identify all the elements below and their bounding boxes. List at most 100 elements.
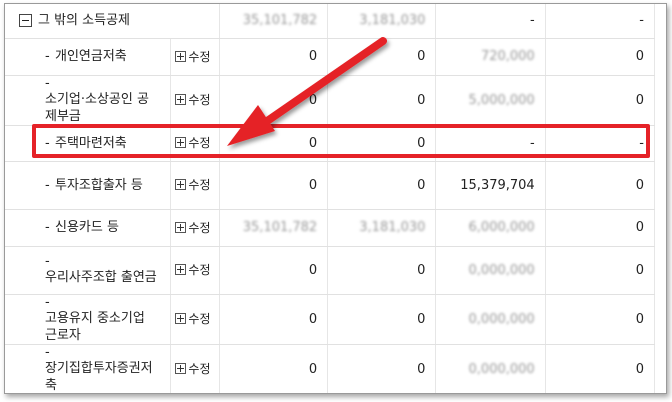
value-text: 720,000 (480, 49, 535, 64)
value-text: 0 (308, 92, 318, 108)
section-title: 그 밖의 소득공제 (38, 13, 130, 29)
edit-cell: 수정 (170, 344, 220, 393)
value-text: 0 (417, 262, 426, 278)
value-text: 3,181,030 (359, 220, 426, 235)
row-label-cell: -소기업·소상공인 공제부금 (5, 75, 172, 126)
value-cell: 3,181,030 (327, 209, 437, 247)
value-cell: 0 (545, 209, 656, 247)
table-row: - 주택마련저축 수정 0 0 - - (5, 125, 656, 162)
value-cell: 35,101,782 (219, 209, 329, 247)
value-text: 35,101,782 (242, 13, 318, 29)
value-text: 0 (417, 135, 426, 151)
value-text: 0 (308, 49, 318, 64)
value-cell: 0 (545, 161, 656, 210)
value-text: 5,000,000 (468, 92, 535, 108)
row-label-cell: -우리사주조합 출연금 (5, 246, 172, 295)
row-label: 개인연금저축 (55, 49, 127, 64)
plus-box-icon (175, 221, 187, 233)
row-label: 투자조합출자 등 (55, 177, 143, 193)
table-row: -장기집합투자증권저축 수정 0 0 0,000,000 0 (5, 344, 656, 393)
row-label-cell: - 개인연금저축 (5, 38, 172, 76)
edit-button[interactable]: 수정 (175, 310, 211, 327)
value-cell: 0 (219, 125, 329, 162)
plus-box-icon (175, 179, 187, 190)
value-cell: - (545, 4, 656, 39)
table-row: -소기업·소상공인 공제부금 수정 0 0 5,000,000 0 (5, 75, 656, 126)
value-cell: 0 (327, 125, 437, 162)
value-text: 0 (417, 49, 426, 64)
value-cell: - (545, 125, 656, 162)
edit-label: 수정 (188, 178, 211, 192)
value-text: 6,000,000 (468, 220, 535, 235)
value-cell: 0 (219, 38, 329, 76)
value-cell: 0 (219, 344, 329, 393)
value-cell: 0 (545, 75, 656, 126)
tax-deduction-panel: 그 밖의 소득공제 35,101,782 3,181,030 - - - 개인연금… (4, 3, 667, 394)
value-text: 0 (635, 177, 644, 193)
value-text: 0 (635, 311, 644, 327)
value-text: 0 (417, 92, 426, 108)
table-row: - 신용카드 등 수정 35,101,782 3,181,030 6,000,000 0 (5, 209, 656, 247)
value-cell: 0 (327, 294, 437, 345)
table-row: -고용유지 중소기업 근로자 수정 0 0 0,000,000 0 (5, 294, 656, 345)
value-text: 35,101,782 (242, 220, 318, 235)
plus-box-icon (175, 94, 187, 105)
table-row: -우리사주조합 출연금 수정 0 0 0,000,000 0 (5, 246, 656, 295)
value-cell: 35,101,782 (219, 4, 329, 39)
plus-box-icon (175, 50, 187, 62)
edit-button[interactable]: 수정 (175, 176, 211, 193)
edit-cell: 수정 (170, 125, 220, 162)
value-text: 0 (417, 177, 426, 193)
edit-button[interactable]: 수정 (175, 219, 211, 236)
value-cell: 0,000,000 (435, 344, 546, 393)
edit-label: 수정 (188, 263, 211, 277)
value-cell: 5,000,000 (435, 75, 546, 126)
edit-cell: 수정 (170, 294, 220, 345)
edit-button[interactable]: 수정 (175, 134, 211, 151)
minus-box-icon[interactable] (19, 14, 32, 28)
edit-label: 수정 (188, 136, 211, 150)
edit-button[interactable]: 수정 (175, 360, 211, 377)
value-text: 0,000,000 (468, 262, 535, 278)
edit-cell: 수정 (170, 161, 220, 210)
value-text: 0 (417, 361, 426, 377)
value-cell: - (435, 125, 546, 162)
row-label: 주택마련저축 (55, 135, 127, 151)
value-text: 0 (635, 92, 644, 108)
value-text: 0 (308, 361, 318, 377)
plus-box-icon (175, 363, 187, 374)
section-label-cell: 그 밖의 소득공제 (5, 4, 220, 39)
value-cell: 0 (327, 161, 437, 210)
value-cell: - (435, 4, 546, 39)
value-cell: 720,000 (435, 38, 546, 76)
value-cell: 0 (327, 75, 437, 126)
value-text: - (530, 135, 535, 151)
value-cell: 0 (219, 246, 329, 295)
edit-label: 수정 (188, 220, 211, 235)
value-cell: 0 (545, 246, 656, 295)
row-label-cell: - 주택마련저축 (5, 125, 172, 162)
row-label: 신용카드 등 (55, 220, 119, 235)
table-row: - 투자조합출자 등 수정 0 0 15,379,704 0 (5, 161, 656, 210)
row-label: 우리사주조합 출연금 (45, 270, 157, 285)
row-label: 소기업·소상공인 공제부금 (45, 91, 149, 124)
value-text: - (639, 135, 644, 151)
edit-button[interactable]: 수정 (175, 91, 211, 108)
value-text: 0 (308, 135, 318, 151)
row-label: 장기집합투자증권저축 (45, 360, 153, 393)
value-text: 0 (635, 262, 644, 278)
section-header-row: 그 밖의 소득공제 35,101,782 3,181,030 - - (5, 4, 656, 39)
value-text: 0 (308, 311, 318, 327)
edit-button[interactable]: 수정 (175, 48, 211, 65)
edit-label: 수정 (188, 312, 211, 326)
value-cell: 15,379,704 (435, 161, 546, 210)
edit-label: 수정 (188, 49, 211, 64)
value-text: 0 (308, 262, 318, 278)
edit-cell: 수정 (170, 38, 220, 76)
value-cell: 3,181,030 (327, 4, 437, 39)
value-text: 0 (635, 220, 644, 235)
edit-button[interactable]: 수정 (175, 261, 211, 278)
value-cell: 0 (545, 38, 656, 76)
value-text: 15,379,704 (460, 177, 535, 193)
plus-box-icon (175, 264, 187, 275)
